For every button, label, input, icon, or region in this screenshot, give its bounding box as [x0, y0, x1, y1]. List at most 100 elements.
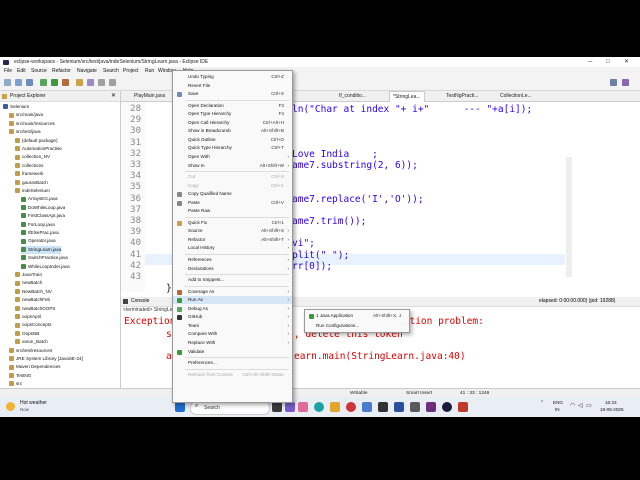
wifi-icon[interactable]: ◠	[570, 402, 575, 409]
menu-refactor[interactable]: Refactor	[52, 67, 71, 76]
context-menu-item[interactable]: Show In Alt+Shift+W ›	[173, 162, 292, 170]
context-menu-item[interactable]: Compare With ›	[173, 330, 292, 338]
app-icon-2[interactable]	[298, 402, 308, 412]
tree-item[interactable]: IfElsePrac.java	[21, 229, 59, 237]
context-menu-item[interactable]: Validate	[173, 348, 292, 356]
tree-item[interactable]: framework	[15, 170, 43, 178]
java-perspective-icon[interactable]	[622, 79, 629, 86]
menu-run[interactable]: Run	[145, 67, 154, 76]
submenu-java-application[interactable]: 1 Java Application Alt+Shift+X, J	[305, 312, 409, 320]
submenu-run-configurations[interactable]: Run Configurations...	[305, 322, 409, 330]
context-menu-item[interactable]: Save Ctrl+S	[173, 90, 292, 98]
coverage-icon[interactable]	[62, 79, 69, 86]
clock-time[interactable]: 16:33	[605, 400, 617, 405]
context-menu-item[interactable]: Quick Outline Ctrl+O	[173, 136, 292, 144]
context-menu-item[interactable]: Open With ›	[173, 153, 292, 161]
task-view-icon[interactable]	[272, 402, 282, 412]
context-menu-item[interactable]: Debug As ›	[173, 305, 292, 313]
editor-tab[interactable]: If_conditio...	[336, 91, 369, 101]
perspective-icon[interactable]	[610, 79, 617, 86]
new-icon[interactable]	[4, 79, 11, 86]
save-all-icon[interactable]	[26, 79, 33, 86]
tree-item[interactable]: src/test/java	[9, 128, 41, 136]
app-icon-5[interactable]	[394, 402, 404, 412]
context-menu-item[interactable]: Quick Type Hierarchy Ctrl+T	[173, 144, 292, 152]
context-menu-item[interactable]: Replace With ›	[173, 339, 292, 347]
tree-item[interactable]: JRE System Library [JavaSE-24]	[9, 355, 83, 363]
tree-item[interactable]: TestNG	[9, 372, 31, 380]
context-menu-item[interactable]: Local History ›	[173, 244, 292, 252]
context-menu-item[interactable]: Quick Fix Ctrl+1	[173, 219, 292, 227]
context-menu-item[interactable]: Open Declaration F3	[173, 102, 292, 110]
context-menu-item[interactable]: Preferences...	[173, 359, 292, 367]
context-menu-item[interactable]: Open Call Hierarchy Ctrl+Alt+H	[173, 119, 292, 127]
app-icon-1[interactable]	[285, 402, 295, 412]
context-menu-item[interactable]: Team ›	[173, 322, 292, 330]
menu-source[interactable]: Source	[31, 67, 47, 76]
tree-item[interactable]: src/main/java	[9, 111, 43, 119]
volume-icon[interactable]: ◁	[578, 402, 583, 409]
back-icon[interactable]	[98, 79, 105, 86]
menu-edit[interactable]: Edit	[17, 67, 26, 76]
tree-item[interactable]: oopsConcepts	[15, 321, 51, 329]
context-menu-item[interactable]: Run As ›	[173, 296, 292, 305]
tree-item[interactable]: varun_Batch	[15, 338, 48, 346]
eclipse-taskbar-icon[interactable]	[442, 402, 452, 412]
tree-item[interactable]: newBatchFeb	[15, 296, 50, 304]
context-menu-item[interactable]: Show in Breadcrumb Alt+Shift+B	[173, 127, 292, 135]
menu-file[interactable]: File	[4, 67, 12, 76]
tree-item[interactable]: (default package)	[15, 137, 58, 145]
tree-item[interactable]: newBatch	[15, 279, 42, 287]
menu-search[interactable]: Search	[103, 67, 119, 76]
close-view-icon[interactable]: ✕	[111, 91, 116, 101]
battery-icon[interactable]: ▭	[586, 402, 592, 409]
debug-icon[interactable]	[40, 79, 47, 86]
tree-item[interactable]: newBatchOOPS	[15, 305, 55, 313]
tree-item[interactable]: collection_NV	[15, 153, 50, 161]
context-menu-item[interactable]: Coverage As ›	[173, 288, 292, 296]
context-menu-item[interactable]: GitHub ›	[173, 313, 292, 321]
menu-project[interactable]: Project	[123, 67, 139, 76]
taskbar-search-box[interactable]: ⌕ Search	[190, 401, 270, 415]
language-indicator[interactable]: ENG	[553, 400, 563, 405]
tree-item[interactable]: AutomationPractise	[15, 145, 62, 153]
context-menu-item[interactable]: Undo Typing Ctrl+Z	[173, 73, 292, 81]
start-icon[interactable]	[175, 402, 185, 412]
context-menu-item[interactable]: Paste Raw	[173, 207, 292, 215]
context-menu-item[interactable]: Revert File	[173, 82, 292, 90]
context-menu-item[interactable]: Copy Qualified Name	[173, 190, 292, 198]
editor-tab[interactable]: CollectionLe...	[497, 91, 535, 101]
tree-item[interactable]: FirstClassApr.java	[21, 212, 65, 220]
tree-item[interactable]: DoWhileLoop.java	[21, 204, 65, 212]
edge-icon[interactable]	[314, 402, 324, 412]
tree-item[interactable]: JavaTrain	[15, 271, 42, 279]
tree-item[interactable]: oopsApril	[15, 313, 41, 321]
app-icon-7[interactable]	[426, 402, 436, 412]
context-menu-item[interactable]: Source Alt+Shift+S ›	[173, 227, 292, 235]
app-icon-8[interactable]	[458, 402, 468, 412]
tree-item[interactable]: gauravBatch	[15, 179, 48, 187]
maximize-icon[interactable]: □	[606, 57, 610, 67]
tree-item[interactable]: StringLearn.java	[21, 245, 62, 254]
context-menu-item[interactable]: Add to Snippets...	[173, 276, 292, 284]
save-icon[interactable]	[15, 79, 22, 86]
tree-item[interactable]: OopsNB	[15, 330, 39, 338]
search-icon[interactable]	[87, 79, 94, 86]
context-menu-item[interactable]: Paste Ctrl+V	[173, 199, 292, 207]
tree-item[interactable]: NewBatch_NV	[15, 288, 52, 296]
open-type-icon[interactable]	[76, 79, 83, 86]
weather-icon[interactable]	[6, 402, 15, 411]
tree-item[interactable]: SwitchPractise.java	[21, 254, 68, 262]
minimize-icon[interactable]: ─	[588, 57, 592, 67]
editor-tab[interactable]: PlayMain.java	[131, 91, 168, 101]
editor-tab[interactable]: TestNgPracti...	[443, 91, 482, 101]
tree-item[interactable]: src	[9, 380, 22, 388]
tree-item[interactable]: Maven Dependencies	[9, 363, 60, 371]
tree-item[interactable]: Operator.java	[21, 237, 56, 245]
tree-item[interactable]: ArraysEG.java	[21, 195, 58, 203]
run-icon[interactable]	[51, 79, 58, 86]
weather-title[interactable]: Hot weather	[20, 400, 47, 406]
tray-chevron-icon[interactable]: ⌃	[540, 400, 544, 406]
tree-item[interactable]: Selenium	[3, 103, 29, 111]
app-icon-6[interactable]	[410, 402, 420, 412]
